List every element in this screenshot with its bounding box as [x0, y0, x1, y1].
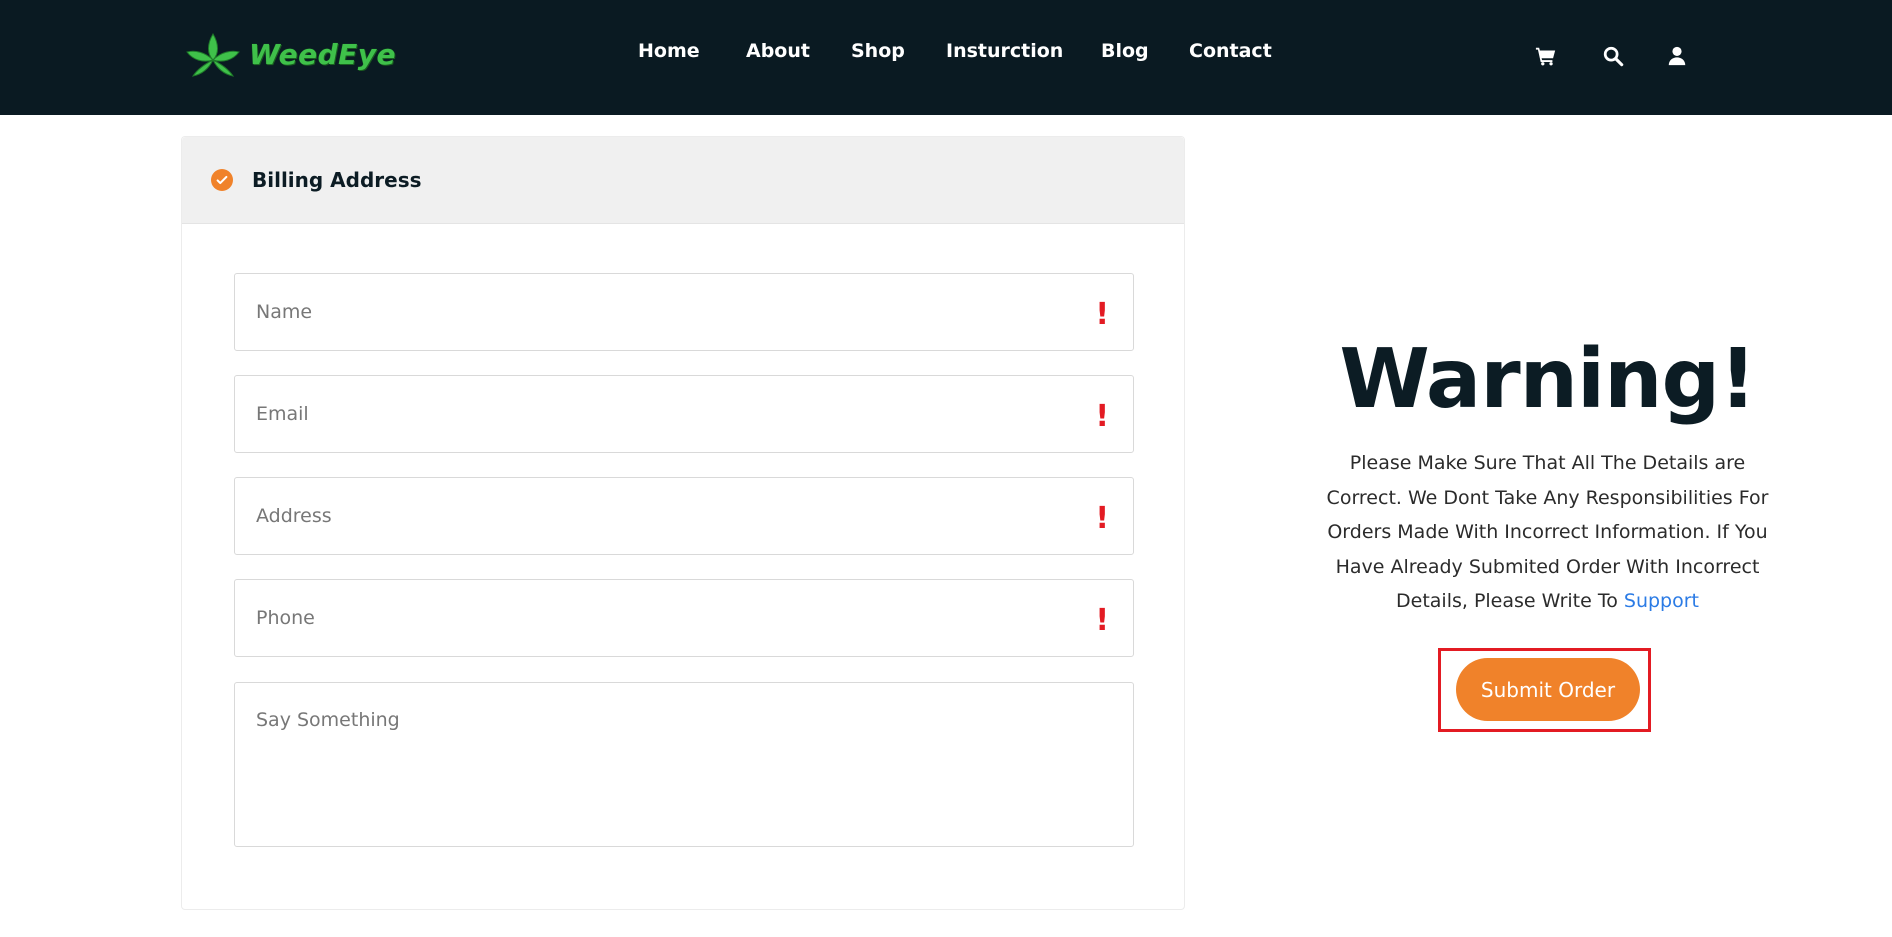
- warning-body: Please Make Sure That All The Details ar…: [1326, 452, 1769, 612]
- phone-field-wrapper: !: [234, 579, 1134, 657]
- billing-header[interactable]: Billing Address: [182, 137, 1184, 224]
- warning-title: Warning!: [1339, 332, 1756, 427]
- required-mark: !: [1095, 603, 1109, 638]
- nav-about[interactable]: About: [746, 40, 810, 62]
- name-input[interactable]: [235, 274, 1133, 350]
- logo[interactable]: WeedEye: [183, 30, 396, 78]
- required-mark: !: [1095, 399, 1109, 434]
- required-mark: !: [1095, 297, 1109, 332]
- nav-home[interactable]: Home: [638, 40, 700, 62]
- nav-blog[interactable]: Blog: [1101, 40, 1149, 62]
- cart-icon[interactable]: [1533, 43, 1559, 69]
- message-field-wrapper: [234, 682, 1134, 847]
- nav-instruction[interactable]: Insturction: [946, 40, 1063, 62]
- message-textarea[interactable]: [235, 683, 1133, 846]
- submit-order-button[interactable]: Submit Order: [1456, 658, 1640, 721]
- site-header: WeedEye Home About Shop Insturction Blog…: [0, 0, 1892, 115]
- check-circle-icon: [211, 169, 233, 191]
- leaf-logo-icon: [186, 33, 240, 77]
- email-input[interactable]: [235, 376, 1133, 452]
- billing-panel: Billing Address ! ! ! !: [181, 136, 1185, 910]
- logo-text: WeedEye: [249, 37, 396, 71]
- required-mark: !: [1095, 501, 1109, 536]
- email-field-wrapper: !: [234, 375, 1134, 453]
- user-icon[interactable]: [1664, 43, 1690, 69]
- search-icon[interactable]: [1600, 43, 1626, 69]
- address-input[interactable]: [235, 478, 1133, 554]
- name-field-wrapper: !: [234, 273, 1134, 351]
- support-link[interactable]: Support: [1624, 590, 1699, 612]
- nav-contact[interactable]: Contact: [1189, 40, 1272, 62]
- nav-shop[interactable]: Shop: [851, 40, 905, 62]
- address-field-wrapper: !: [234, 477, 1134, 555]
- warning-text: Please Make Sure That All The Details ar…: [1320, 446, 1775, 619]
- phone-input[interactable]: [235, 580, 1133, 656]
- billing-title: Billing Address: [252, 168, 422, 192]
